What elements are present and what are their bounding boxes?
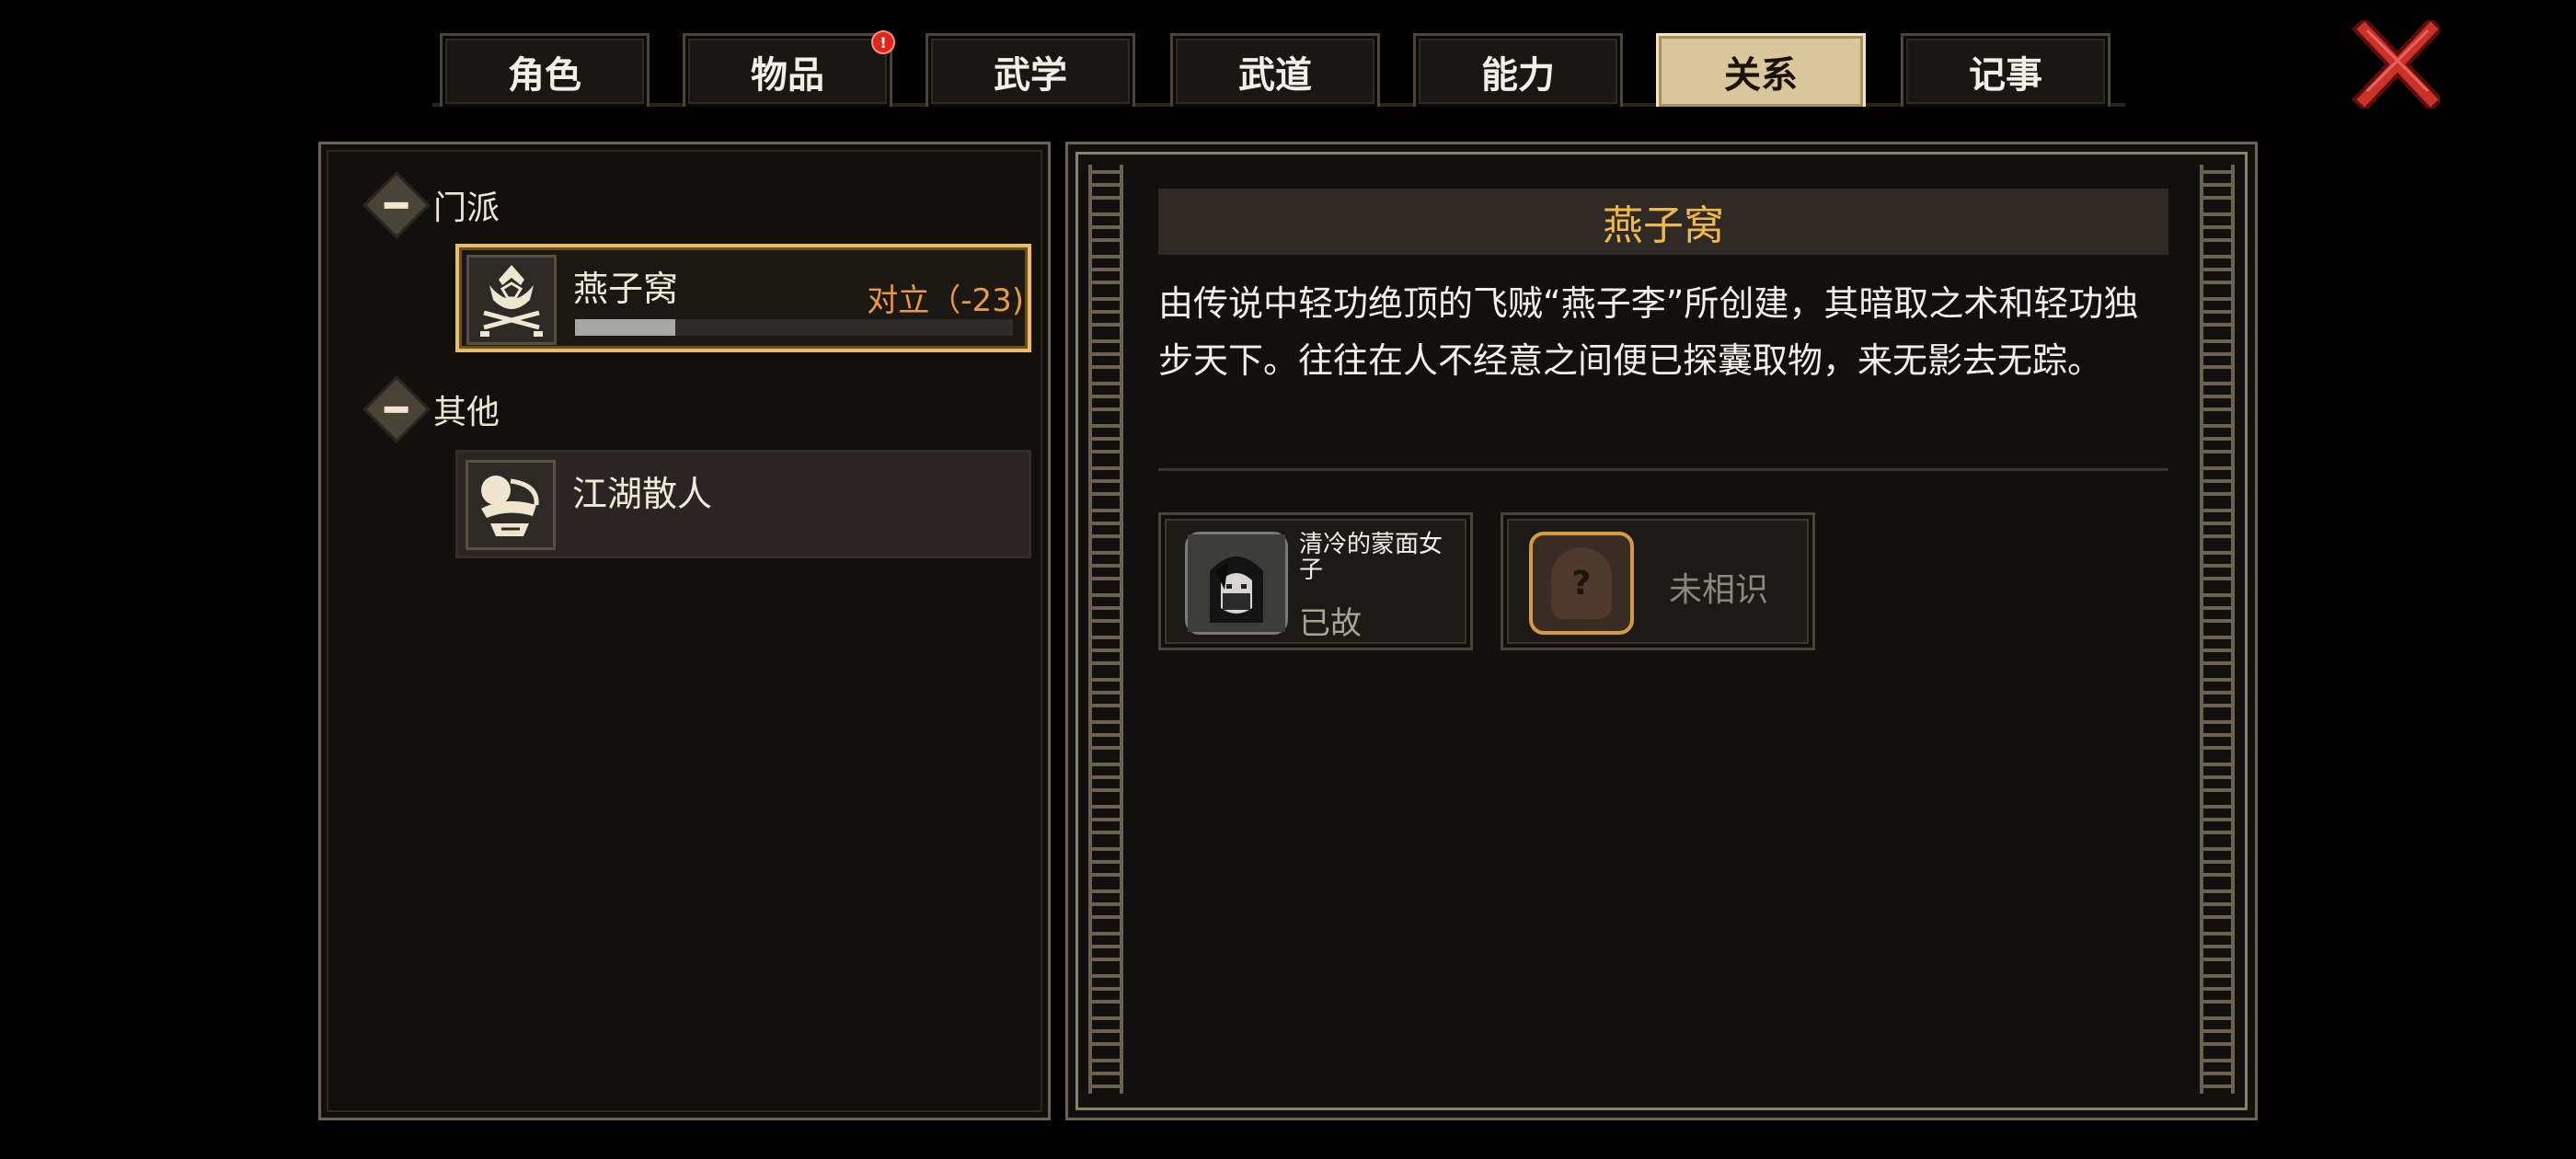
tab-abilities[interactable]: 能力 bbox=[1413, 33, 1623, 107]
tab-label: 物品 bbox=[751, 53, 824, 97]
tab-label: 关系 bbox=[1724, 53, 1798, 97]
category-label: 门派 bbox=[433, 189, 500, 227]
collapse-icon bbox=[362, 171, 431, 239]
border-fret-left bbox=[1088, 165, 1123, 1094]
tab-label: 记事 bbox=[1969, 53, 2042, 97]
relation-bar bbox=[573, 317, 1015, 338]
tab-label: 武学 bbox=[994, 53, 1067, 97]
npc-status: 未相识 bbox=[1669, 571, 1769, 609]
npc-card[interactable]: 清冷的蒙面女子 已故 bbox=[1158, 512, 1473, 650]
category-header-sect[interactable]: 门派 bbox=[362, 171, 500, 239]
notification-badge: ! bbox=[871, 30, 895, 54]
detail-description: 由传说中轻功绝顶的飞贼“燕子李”所创建，其暗取之术和轻功独步天下。往往在人不经意… bbox=[1158, 283, 2139, 381]
tab-martial-arts[interactable]: 武学 bbox=[926, 33, 1135, 107]
detail-title: 燕子窝 bbox=[1603, 202, 1724, 249]
tab-martial-way[interactable]: 武道 bbox=[1170, 33, 1380, 107]
relations-list-panel: 门派 燕子窝 对立（-23) 其他 江湖散人 bbox=[318, 142, 1051, 1120]
faction-item-wanderers[interactable]: 江湖散人 bbox=[455, 450, 1031, 558]
faction-item-yanziwo[interactable]: 燕子窝 对立（-23) bbox=[455, 244, 1031, 352]
tab-relations[interactable]: 关系 bbox=[1656, 33, 1866, 107]
close-x-icon bbox=[2351, 16, 2444, 113]
npc-portrait bbox=[1185, 532, 1288, 635]
tab-label: 武道 bbox=[1238, 53, 1312, 97]
tab-label: 能力 bbox=[1481, 53, 1555, 97]
tab-label: 角色 bbox=[508, 53, 581, 97]
category-label: 其他 bbox=[433, 394, 500, 431]
wanderer-emblem-icon bbox=[466, 460, 556, 550]
tab-character[interactable]: 角色 bbox=[440, 33, 650, 107]
faction-name: 燕子窝 bbox=[573, 269, 679, 309]
relation-bar-fill bbox=[575, 319, 676, 336]
npc-name: 清冷的蒙面女子 bbox=[1299, 531, 1443, 584]
detail-title-bar: 燕子窝 bbox=[1158, 189, 2168, 255]
npc-card-unknown[interactable]: ? 未相识 bbox=[1501, 512, 1815, 650]
collapse-icon bbox=[362, 375, 431, 443]
unknown-portrait: ? bbox=[1529, 532, 1634, 635]
tab-items[interactable]: 物品 ! bbox=[683, 30, 895, 107]
border-fret-right bbox=[2200, 165, 2235, 1094]
question-mark-icon: ? bbox=[1551, 547, 1612, 619]
sect-emblem-icon bbox=[466, 255, 557, 345]
category-header-other[interactable]: 其他 bbox=[362, 375, 500, 443]
divider bbox=[1158, 468, 2168, 471]
tab-journal[interactable]: 记事 bbox=[1901, 33, 2110, 107]
faction-detail-panel: 燕子窝 由传说中轻功绝顶的飞贼“燕子李”所创建，其暗取之术和轻功独步天下。往往在… bbox=[1065, 142, 2258, 1120]
faction-name: 江湖散人 bbox=[572, 474, 713, 514]
relation-status: 对立（-23) bbox=[867, 282, 1024, 319]
close-button[interactable] bbox=[2351, 16, 2444, 113]
npc-status: 已故 bbox=[1299, 605, 1362, 642]
